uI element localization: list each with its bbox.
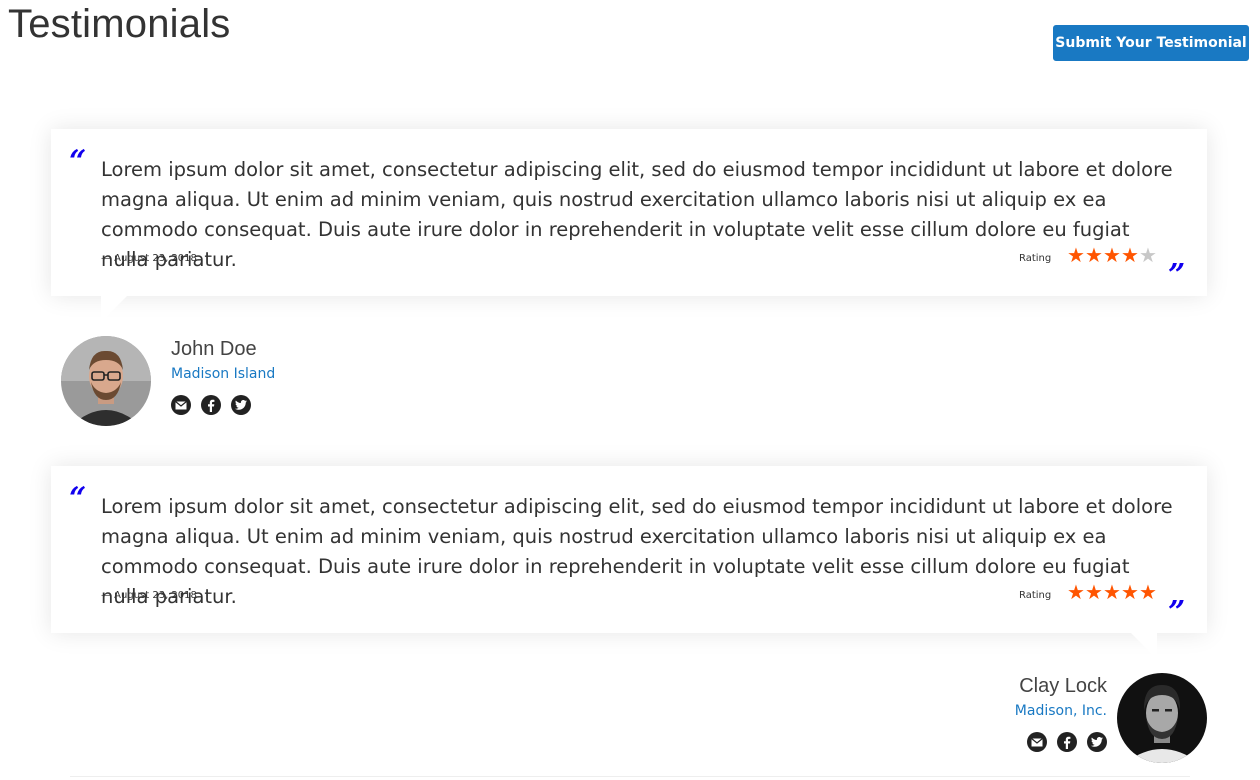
card-pointer <box>101 296 127 322</box>
star-filled-icon: ★ <box>1103 245 1121 267</box>
facebook-icon[interactable] <box>201 395 221 415</box>
author-name: Clay Lock <box>1019 675 1107 697</box>
card-pointer <box>1131 633 1157 659</box>
avatar <box>61 336 151 426</box>
star-filled-icon: ★ <box>1067 245 1085 267</box>
rating-label: Rating <box>1019 590 1052 601</box>
social-links <box>171 395 251 415</box>
twitter-icon[interactable] <box>231 395 251 415</box>
page-title: Testimonials <box>8 2 231 46</box>
star-filled-icon: ★ <box>1121 582 1139 604</box>
star-filled-icon: ★ <box>1139 582 1157 604</box>
rating-stars: ★ ★ ★ ★ ★ <box>1067 245 1157 267</box>
testimonial-date: — August 23, 2018 <box>101 253 197 264</box>
rating-stars: ★ ★ ★ ★ ★ <box>1067 582 1157 604</box>
facebook-icon[interactable] <box>1057 732 1077 752</box>
email-icon[interactable] <box>1027 732 1047 752</box>
testimonial-author: Clay Lock Madison, Inc. <box>1000 673 1207 765</box>
star-filled-icon: ★ <box>1121 245 1139 267</box>
star-filled-icon: ★ <box>1067 582 1085 604</box>
author-company-link[interactable]: Madison Island <box>171 366 275 382</box>
testimonial-date: — August 23, 2018 <box>101 590 197 601</box>
submit-testimonial-button[interactable]: Submit Your Testimonial <box>1053 25 1249 61</box>
testimonial-card: “ Lorem ipsum dolor sit amet, consectetu… <box>51 129 1207 322</box>
author-company-link[interactable]: Madison, Inc. <box>1015 703 1107 719</box>
close-quote-icon: ” <box>1168 258 1186 293</box>
divider <box>70 776 1190 777</box>
star-empty-icon: ★ <box>1139 245 1157 267</box>
close-quote-icon: ” <box>1168 595 1186 630</box>
email-icon[interactable] <box>171 395 191 415</box>
social-links <box>1027 732 1107 752</box>
testimonial-card: “ Lorem ipsum dolor sit amet, consectetu… <box>51 466 1207 659</box>
avatar <box>1117 673 1207 763</box>
star-filled-icon: ★ <box>1085 582 1103 604</box>
star-filled-icon: ★ <box>1085 245 1103 267</box>
author-name: John Doe <box>171 338 257 360</box>
rating-label: Rating <box>1019 253 1052 264</box>
open-quote-icon: “ <box>69 481 87 516</box>
twitter-icon[interactable] <box>1087 732 1107 752</box>
open-quote-icon: “ <box>69 144 87 179</box>
star-filled-icon: ★ <box>1103 582 1121 604</box>
